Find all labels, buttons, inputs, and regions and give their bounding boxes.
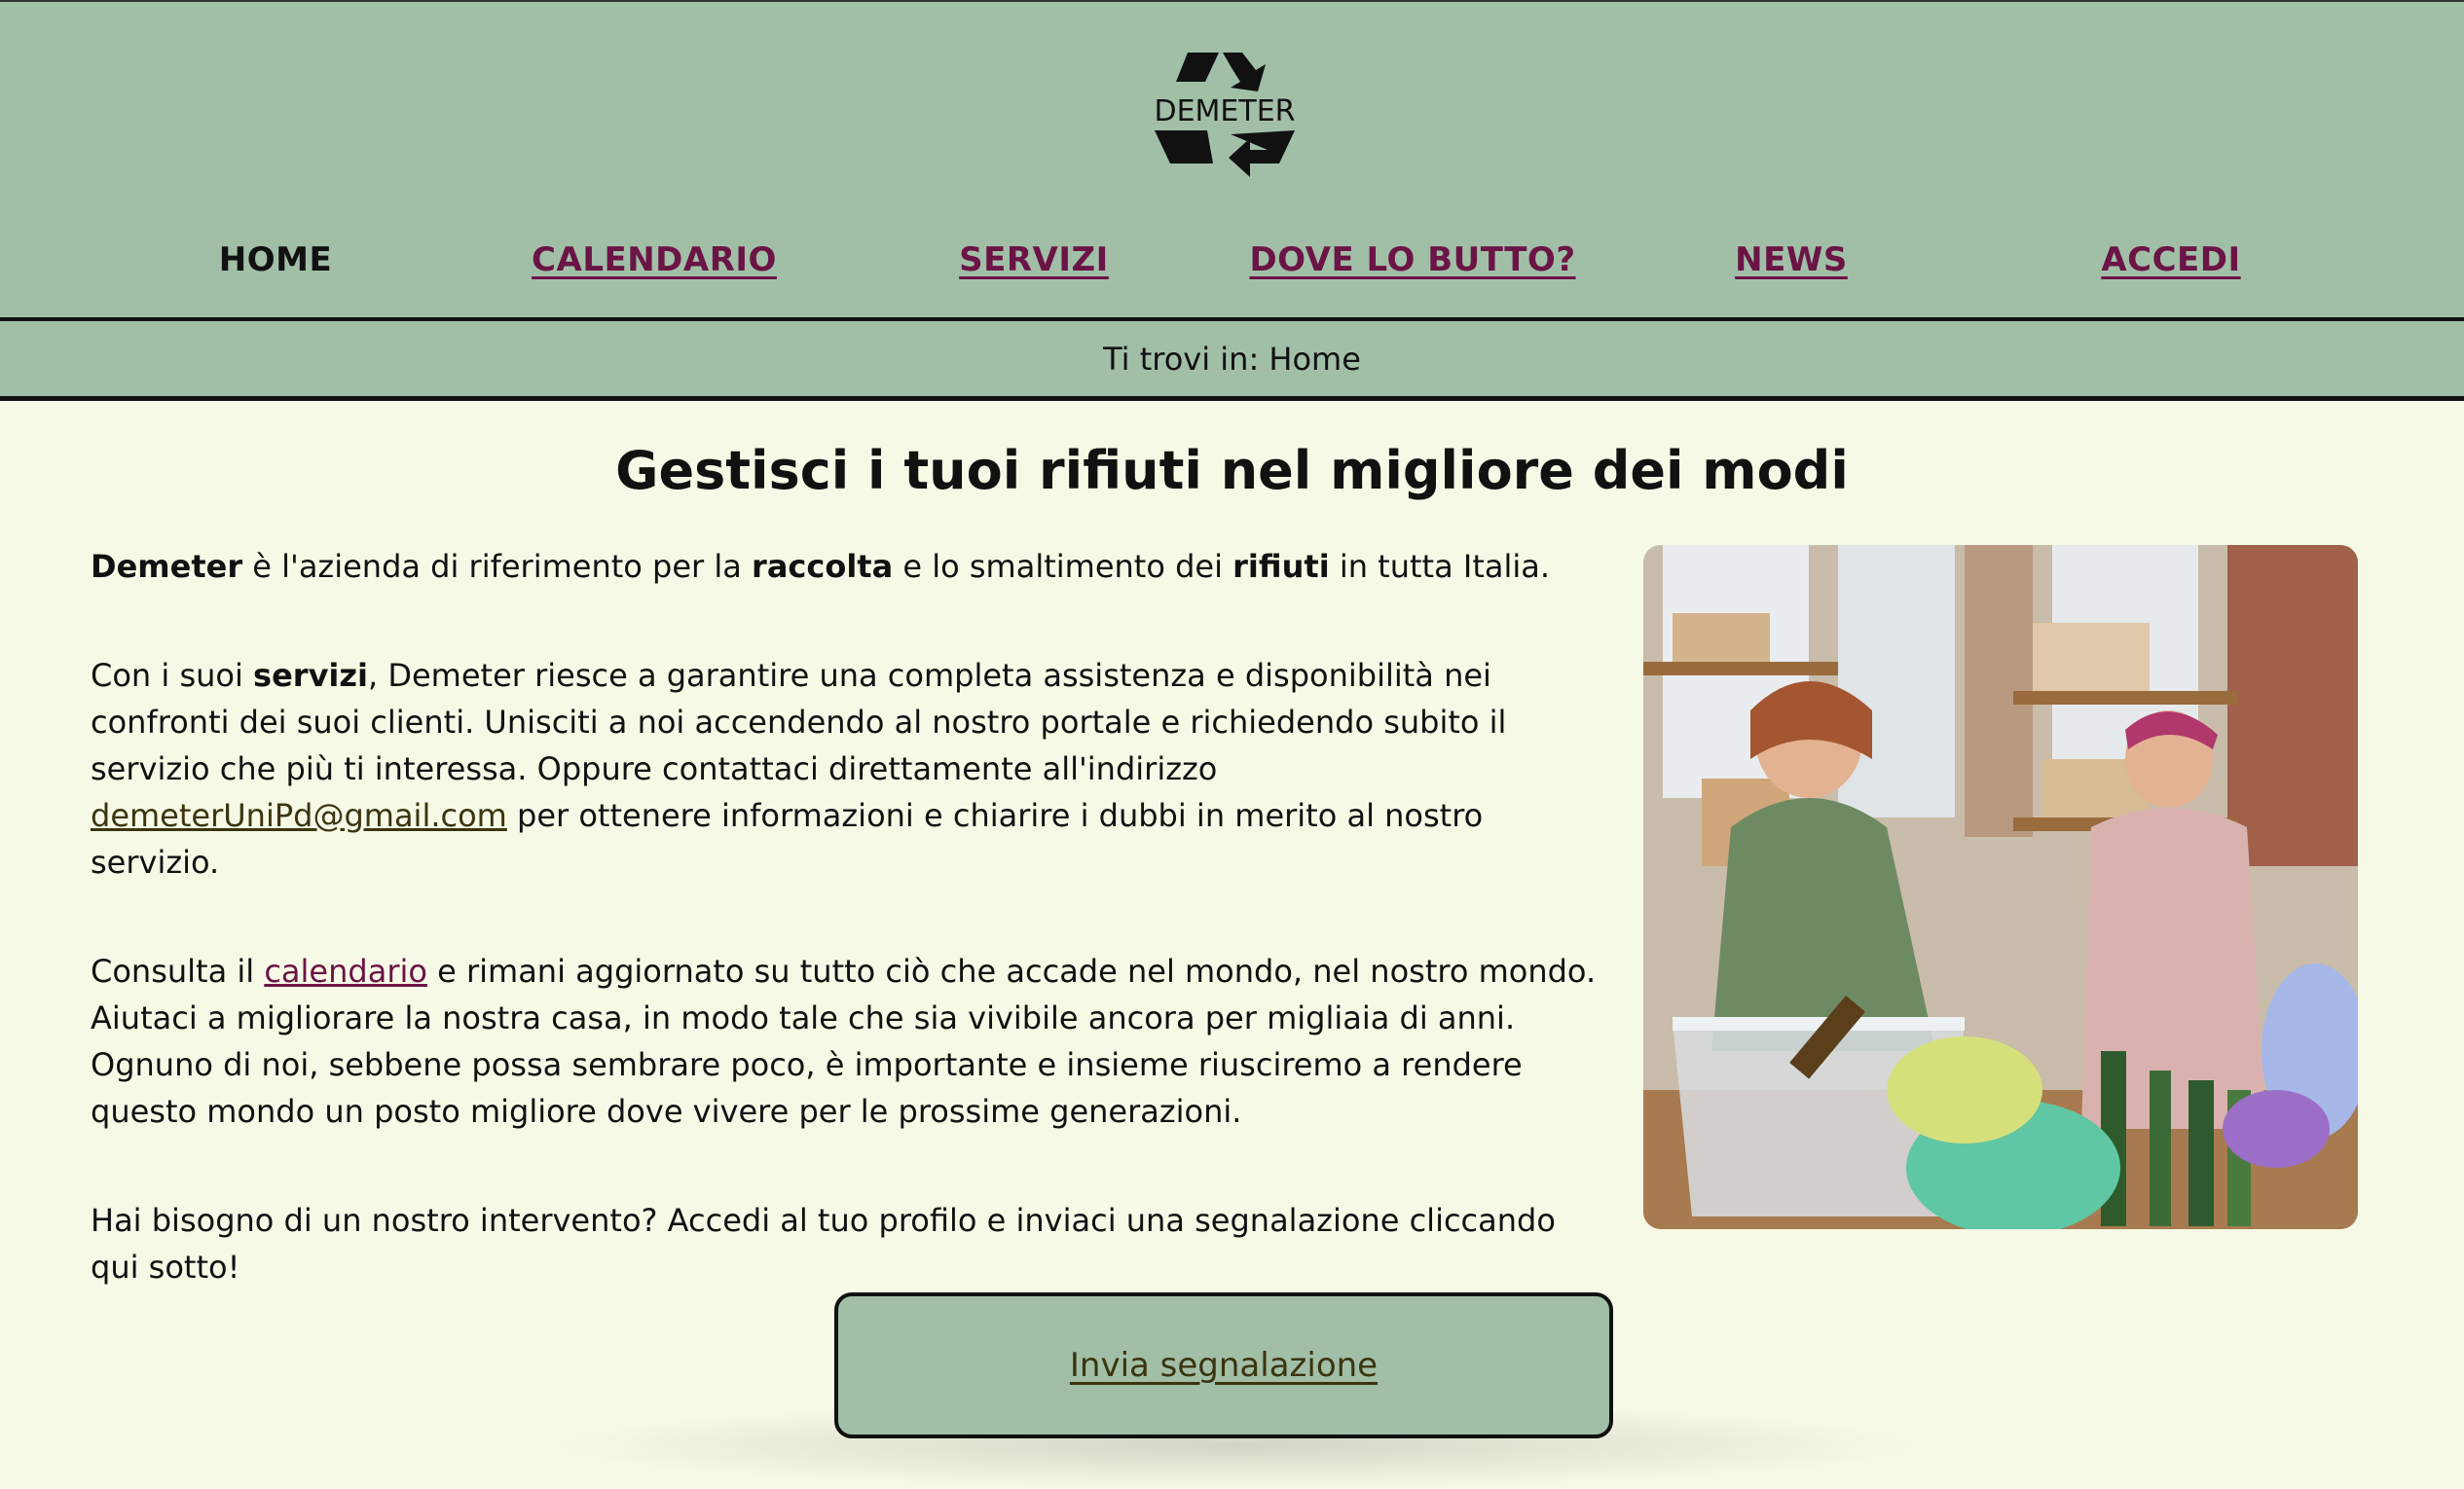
email-link[interactable]: demeterUniPd@gmail.com — [91, 797, 507, 834]
invia-segnalazione-label: Invia segnalazione — [1069, 1346, 1379, 1385]
text: in tutta Italia. — [1329, 548, 1551, 585]
nav-servizi[interactable]: SERVIZI — [959, 240, 1109, 289]
breadcrumb-bar: Ti trovi in: Home — [0, 317, 2464, 401]
intro-paragraph-4: Hai bisogno di un nostro intervento? Acc… — [91, 1202, 1556, 1286]
recycling-photo — [1643, 545, 2358, 1229]
demeter-logo[interactable]: DEMETER — [1149, 49, 1301, 193]
intro-paragraph-2: Con i suoi servizi, Demeter riesce a gar… — [91, 652, 1609, 886]
photo-illustration — [1643, 545, 2358, 1229]
main-nav: HOME CALENDARIO SERVIZI DOVE LO BUTTO? N… — [0, 240, 2464, 289]
bold-demeter: Demeter — [91, 548, 243, 585]
text: Consulta il — [91, 953, 265, 990]
intro-paragraph-1: Demeter è l'azienda di riferimento per l… — [91, 543, 1609, 590]
site-header: DEMETER HOME CALENDARIO SERVIZI DOVE LO … — [0, 0, 2464, 317]
intro-content: Demeter è l'azienda di riferimento per l… — [91, 543, 1609, 1353]
nav-accedi[interactable]: ACCEDI — [2101, 240, 2240, 289]
intro-paragraph-3: Consulta il calendario e rimani aggiorna… — [91, 948, 1609, 1135]
bold-raccolta: raccolta — [752, 548, 894, 585]
nav-dove-lo-butto[interactable]: DOVE LO BUTTO? — [1249, 240, 1575, 289]
text: Con i suoi — [91, 657, 254, 694]
page-title: Gestisci i tuoi rifiuti nel migliore dei… — [615, 440, 1849, 501]
nav-news[interactable]: NEWS — [1735, 240, 1848, 289]
nav-calendario[interactable]: CALENDARIO — [532, 240, 777, 289]
calendario-link[interactable]: calendario — [264, 953, 427, 990]
text: e lo smaltimento dei — [893, 548, 1233, 585]
breadcrumb: Ti trovi in: Home — [1103, 341, 1361, 378]
invia-segnalazione-button[interactable]: Invia segnalazione — [834, 1292, 1613, 1438]
svg-text:DEMETER: DEMETER — [1154, 94, 1295, 128]
recycle-icon: DEMETER — [1154, 53, 1296, 177]
text: è l'azienda di riferimento per la — [242, 548, 753, 585]
nav-home[interactable]: HOME — [219, 240, 332, 289]
bold-rifiuti: rifiuti — [1232, 548, 1330, 585]
bold-servizi: servizi — [253, 657, 368, 694]
